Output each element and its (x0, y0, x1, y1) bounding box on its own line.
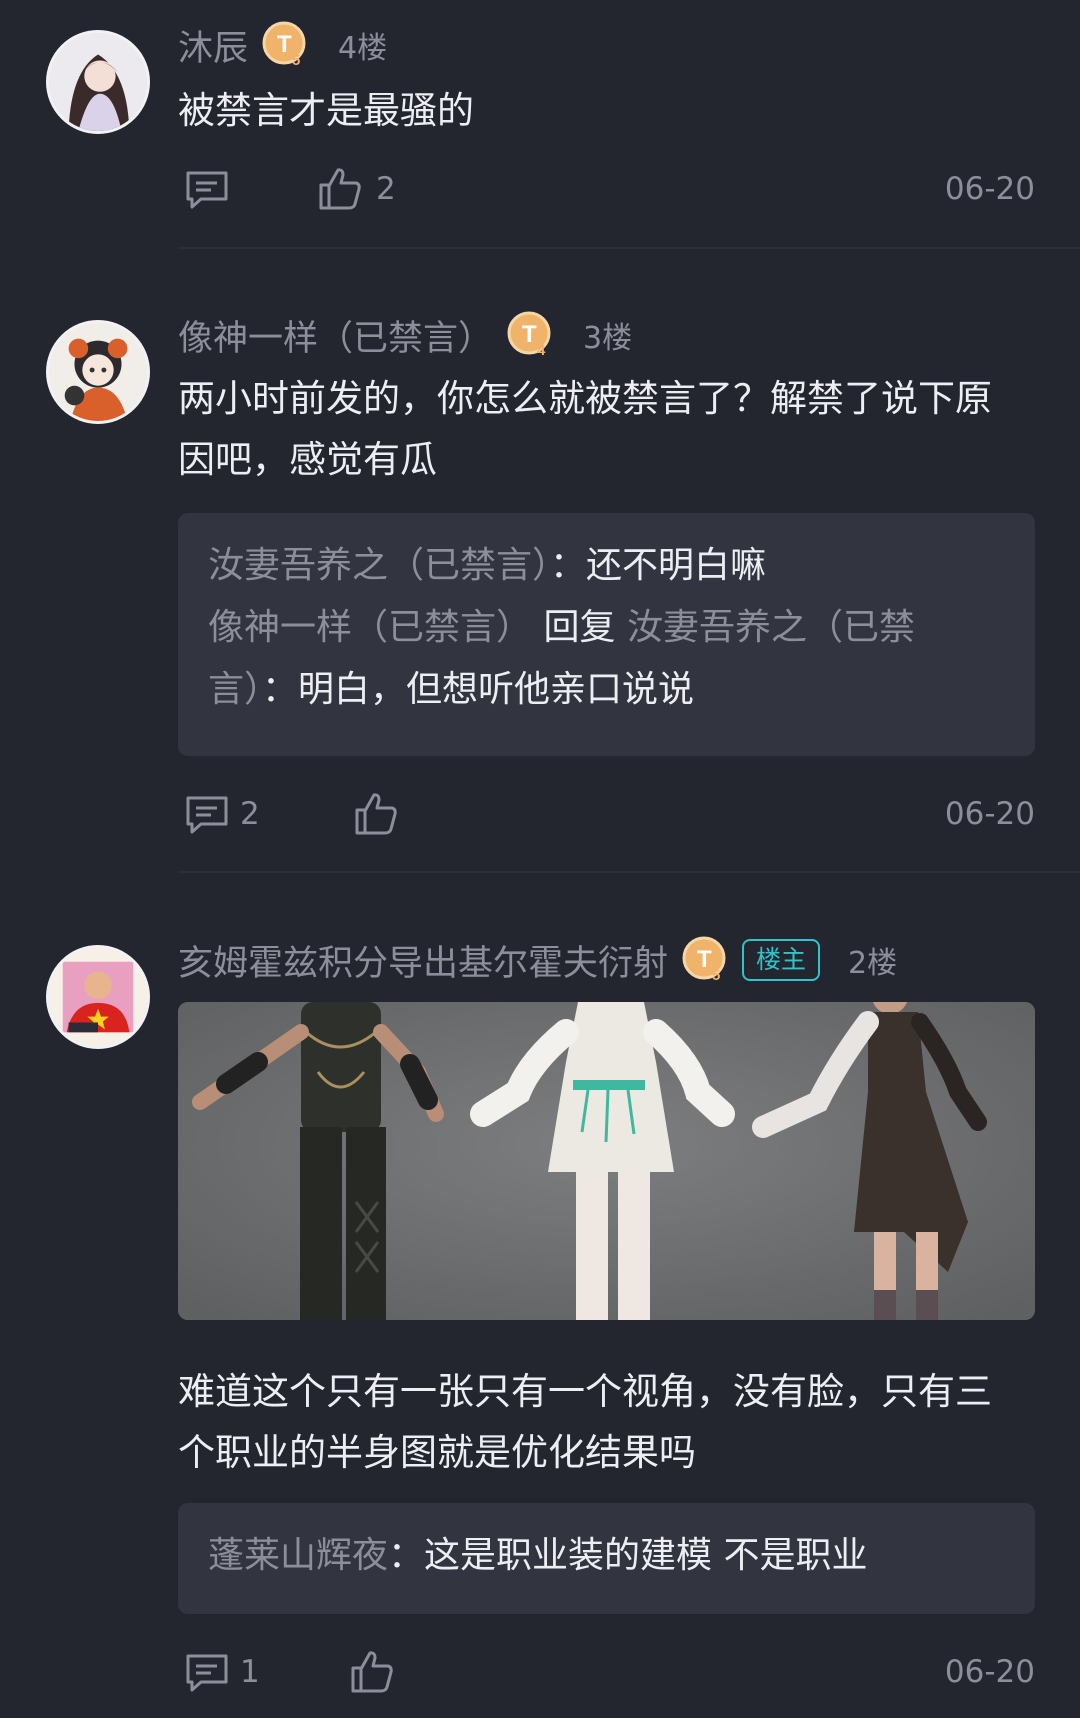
reply-item: 蓬莱山辉夜：这是职业装的建模 不是职业 (208, 1525, 1005, 1587)
comment-header: 亥姆霍兹积分导出基尔霍夫衍射 T 5 楼主 2楼 (178, 935, 897, 985)
comment-text-line: 被禁言才是最骚的 (178, 89, 474, 132)
reply-text: 这是职业装的建模 不是职业 (424, 1535, 868, 1576)
reply-preview-box[interactable]: 汝妻吾养之（已禁言）：还不明白嘛 像神一样（已禁言） 回复 汝妻吾养之（已禁 言… (178, 513, 1035, 756)
comment-date: 06-20 (944, 1654, 1035, 1690)
comment-header: 沐辰 T 5 4楼 (178, 20, 387, 70)
avatar[interactable] (46, 320, 150, 424)
comment-image[interactable] (178, 1002, 1035, 1320)
comment-date: 06-20 (944, 171, 1035, 207)
thumbs-up-icon[interactable] (352, 790, 400, 838)
reply-count: 2 (240, 796, 260, 832)
comment-header: 像神一样（已禁言） T 4 3楼 (178, 310, 632, 360)
thumbs-up-icon[interactable] (348, 1648, 396, 1696)
reply-count: 1 (240, 1654, 260, 1690)
reply-target-continued[interactable]: 言） (208, 669, 262, 710)
comment-actions: 2 06-20 (178, 790, 1035, 840)
comment-bubble-icon[interactable] (183, 1648, 231, 1696)
like-count: 2 (376, 171, 396, 207)
username[interactable]: 亥姆霍兹积分导出基尔霍夫衍射 (178, 935, 668, 986)
reply-item-continued: 言）：明白，但想听他亲口说说 (208, 659, 1005, 721)
floor-number: 3楼 (583, 321, 633, 356)
level-badge-icon: T 5 (682, 936, 730, 984)
reply-text: 还不明白嘛 (586, 545, 767, 586)
reply-author[interactable]: 汝妻吾养之（已禁言） (208, 545, 550, 586)
comment-text: 被禁言才是最骚的 (178, 80, 1038, 141)
reply-target[interactable]: 汝妻吾养之（已禁 (627, 607, 915, 648)
reply-preview-box[interactable]: 蓬莱山辉夜：这是职业装的建模 不是职业 (178, 1503, 1035, 1614)
comment-bubble-icon[interactable] (183, 790, 231, 838)
reply-author[interactable]: 蓬莱山辉夜 (208, 1535, 388, 1576)
reply-text: 明白，但想听他亲口说说 (298, 669, 695, 710)
reply-separator: ： (262, 669, 299, 710)
reply-author[interactable]: 像神一样（已禁言） (208, 607, 532, 648)
comment-text-line: 两小时前发的，你怎么就被禁言了？解禁了说下原 (178, 377, 992, 420)
comment-actions: 2 06-20 (178, 165, 1035, 215)
reply-item: 汝妻吾养之（已禁言）：还不明白嘛 (208, 535, 1005, 597)
level-badge-icon: T 5 (262, 21, 310, 69)
op-tag: 楼主 (742, 939, 821, 981)
svg-text:5: 5 (292, 52, 300, 69)
avatar[interactable] (46, 30, 150, 134)
level-badge-icon: T 4 (507, 311, 555, 359)
reply-item: 像神一样（已禁言） 回复 汝妻吾养之（已禁 (208, 597, 1005, 659)
svg-text:T: T (522, 321, 537, 348)
username[interactable]: 沐辰 (178, 20, 248, 71)
comment-text: 难道这个只有一张只有一个视角，没有脸，只有三 个职业的半身图就是优化结果吗 (178, 1361, 1038, 1483)
comment-bubble-icon[interactable] (183, 165, 231, 213)
svg-text:4: 4 (537, 342, 546, 359)
floor-number: 2楼 (848, 946, 898, 981)
divider (178, 871, 1080, 873)
svg-text:T: T (697, 946, 712, 973)
comment-date: 06-20 (944, 796, 1035, 832)
reply-verb: 回复 (543, 607, 616, 648)
comment-text-line: 个职业的半身图就是优化结果吗 (178, 1431, 696, 1474)
avatar[interactable] (46, 945, 150, 1049)
username[interactable]: 像神一样（已禁言） (178, 310, 493, 361)
svg-text:5: 5 (712, 967, 720, 984)
reply-separator: ： (550, 545, 587, 586)
comment-text-line: 因吧，感觉有瓜 (178, 438, 437, 481)
floor-number: 4楼 (338, 31, 388, 66)
svg-text:T: T (277, 31, 292, 58)
thumbs-up-icon[interactable] (316, 165, 364, 213)
comment-text-line: 难道这个只有一张只有一个视角，没有脸，只有三 (178, 1370, 992, 1413)
divider (178, 247, 1080, 249)
reply-separator: ： (388, 1535, 425, 1576)
comment-actions: 1 06-20 (178, 1648, 1035, 1698)
comment-text: 两小时前发的，你怎么就被禁言了？解禁了说下原 因吧，感觉有瓜 (178, 368, 1038, 490)
